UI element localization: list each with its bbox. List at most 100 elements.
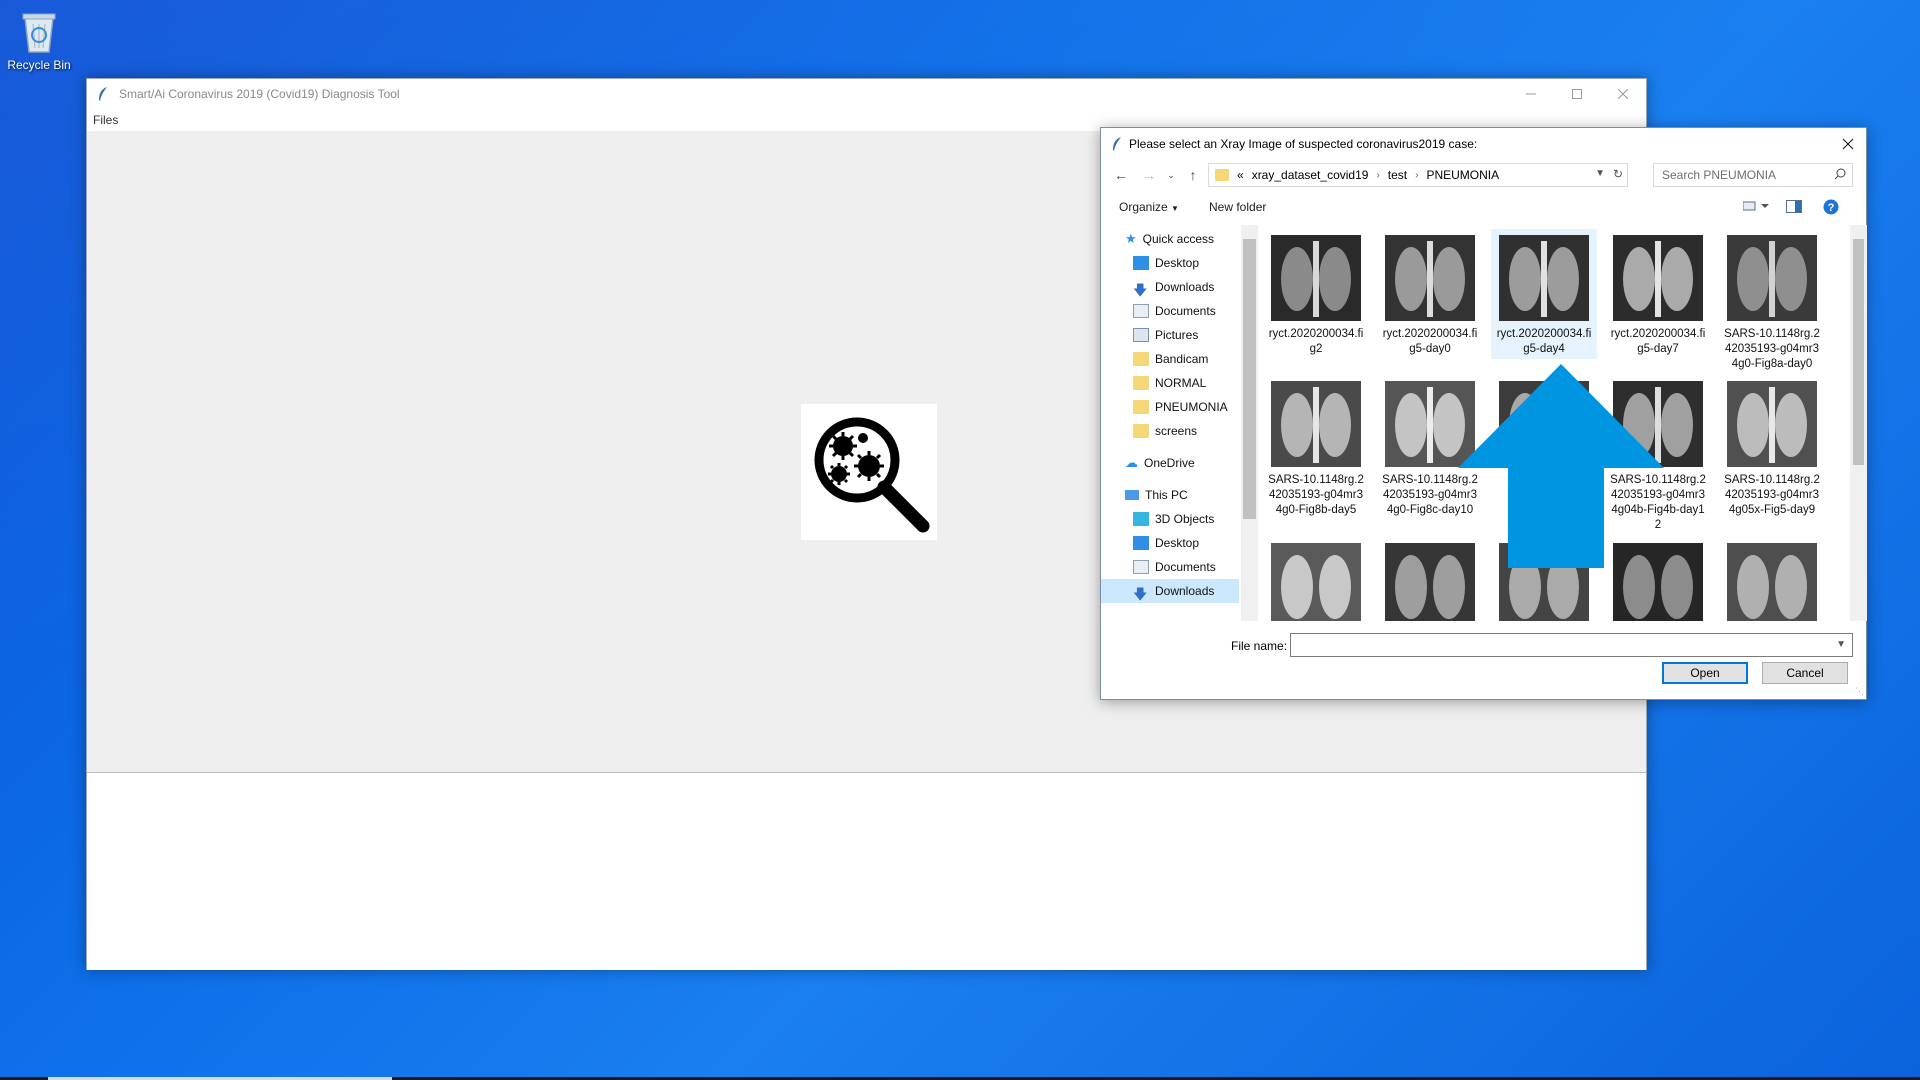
- download-arrow-icon: 🡇: [1133, 282, 1148, 298]
- nav-label: Downloads: [1155, 584, 1215, 598]
- folder-icon: [1133, 400, 1149, 414]
- nav-label: Pictures: [1155, 328, 1199, 342]
- nav-label: This PC: [1145, 488, 1188, 502]
- pointer-arrow-icon: [1458, 364, 1664, 568]
- feather-icon: [1111, 136, 1123, 152]
- xray-thumbnail: [1271, 543, 1361, 621]
- view-options-icon[interactable]: [1742, 200, 1769, 215]
- magnifier-virus-icon: [814, 417, 930, 533]
- star-icon: ★: [1125, 231, 1137, 246]
- nav-label: Downloads: [1155, 280, 1215, 294]
- folder-icon: [1133, 424, 1149, 438]
- nav-bandicam[interactable]: Bandicam: [1133, 347, 1208, 371]
- app-title: Smart/Ai Coronavirus 2019 (Covid19) Diag…: [119, 87, 400, 101]
- cloud-icon: ☁: [1125, 455, 1138, 470]
- resize-grip-icon[interactable]: ⋱: [1855, 686, 1864, 697]
- result-panel: [87, 772, 1646, 970]
- virus-search-logo: [801, 404, 937, 540]
- organize-label: Organize: [1119, 200, 1168, 214]
- folder-icon: [1133, 376, 1149, 390]
- file-tile[interactable]: SARS-10.1148rg.242035193-g04mr34g0-Fig8a…: [1719, 229, 1825, 370]
- breadcrumb-separator-icon[interactable]: ›: [1415, 170, 1418, 181]
- nav-desktop[interactable]: Desktop 📌: [1133, 251, 1199, 275]
- nav-label: PNEUMONIA: [1155, 400, 1228, 414]
- address-bar[interactable]: « xray_dataset_covid19 › test › PNEUMONI…: [1208, 163, 1628, 187]
- nav-normal[interactable]: NORMAL: [1133, 371, 1206, 395]
- nav-label: OneDrive: [1144, 456, 1195, 470]
- search-icon: [1834, 168, 1846, 183]
- nav-documents[interactable]: Documents 📌: [1133, 299, 1216, 323]
- refresh-icon[interactable]: ↻: [1613, 167, 1623, 181]
- recycle-bin-shortcut[interactable]: Recycle Bin: [4, 6, 74, 72]
- svg-text:?: ?: [1828, 202, 1835, 214]
- nav-this-pc[interactable]: This PC: [1125, 483, 1188, 507]
- file-tile[interactable]: ryct.2020200034.fig5-day0: [1377, 229, 1483, 355]
- nav-screens[interactable]: screens: [1133, 419, 1197, 443]
- window-controls: [1508, 79, 1646, 109]
- desktop-icon: [1133, 256, 1149, 270]
- nav-label: Bandicam: [1155, 352, 1209, 366]
- nav-onedrive[interactable]: ☁ OneDrive: [1125, 451, 1195, 475]
- maximize-button[interactable]: [1554, 79, 1600, 109]
- forward-arrow-icon[interactable]: →: [1137, 163, 1161, 187]
- minimize-button[interactable]: [1508, 79, 1554, 109]
- nav-downloads-pc[interactable]: 🡇 Downloads: [1101, 579, 1239, 603]
- breadcrumb-xray-dataset[interactable]: xray_dataset_covid19: [1252, 168, 1369, 182]
- nav-3d-objects[interactable]: 3D Objects: [1133, 507, 1214, 531]
- document-icon: [1133, 304, 1149, 318]
- nav-pictures[interactable]: Pictures 📌: [1133, 323, 1198, 347]
- menu-files[interactable]: Files: [93, 113, 118, 127]
- breadcrumb-separator-icon[interactable]: ›: [1376, 170, 1379, 181]
- back-arrow-icon[interactable]: ←: [1109, 163, 1133, 187]
- search-input[interactable]: Search PNEUMONIA: [1653, 163, 1853, 187]
- file-tile[interactable]: SARS-10.1148rg.242035193-g04mr34g05x-Fig…: [1719, 375, 1825, 525]
- nav-scrollbar[interactable]: [1241, 225, 1258, 621]
- xray-thumbnail: [1727, 381, 1817, 467]
- breadcrumb-test[interactable]: test: [1388, 168, 1407, 182]
- download-arrow-icon: 🡇: [1133, 586, 1148, 602]
- dialog-close-icon[interactable]: [1838, 134, 1858, 154]
- nav-downloads[interactable]: 🡇 Downloads 📌: [1133, 275, 1214, 299]
- search-placeholder: Search PNEUMONIA: [1662, 168, 1777, 182]
- xray-thumbnail: [1385, 235, 1475, 321]
- document-icon: [1133, 560, 1149, 574]
- chevron-down-icon[interactable]: ▼: [1836, 639, 1846, 650]
- nav-quick-access[interactable]: ★ Quick access: [1125, 227, 1214, 251]
- file-name: ryct.2020200034.fig2: [1268, 328, 1364, 355]
- files-scrollbar[interactable]: [1850, 225, 1867, 621]
- folder-icon: [1133, 352, 1149, 366]
- help-icon[interactable]: ?: [1823, 199, 1839, 218]
- file-tile[interactable]: ryct.2020200034.fig5-day7: [1605, 229, 1711, 355]
- nav-scrollbar-thumb[interactable]: [1243, 239, 1256, 519]
- files-scrollbar-thumb[interactable]: [1853, 239, 1864, 465]
- breadcrumb-pneumonia[interactable]: PNEUMONIA: [1426, 168, 1499, 182]
- app-title-bar[interactable]: Smart/Ai Coronavirus 2019 (Covid19) Diag…: [87, 79, 1646, 109]
- close-button[interactable]: [1600, 79, 1646, 109]
- dialog-title-bar[interactable]: Please select an Xray Image of suspected…: [1101, 128, 1866, 160]
- open-button[interactable]: Open: [1662, 662, 1748, 684]
- new-folder-button[interactable]: New folder: [1209, 200, 1266, 214]
- feather-icon: [97, 86, 109, 102]
- organize-button[interactable]: Organize ▼: [1119, 200, 1179, 214]
- file-name-row: File name: ▼: [1101, 633, 1866, 659]
- preview-pane-icon[interactable]: [1786, 200, 1802, 216]
- nav-documents-pc[interactable]: Documents: [1133, 555, 1216, 579]
- file-tile[interactable]: SARS-10.1148rg.242035193-g04mr34g0-Fig8b…: [1263, 375, 1369, 516]
- file-name-input[interactable]: ▼: [1290, 633, 1853, 657]
- cancel-button[interactable]: Cancel: [1762, 662, 1848, 684]
- nav-label: screens: [1155, 424, 1198, 438]
- file-tile[interactable]: ryct.2020200034.fig2: [1263, 229, 1369, 355]
- recycle-bin-label: Recycle Bin: [7, 58, 71, 72]
- file-tile[interactable]: [1719, 537, 1825, 621]
- nav-desktop-pc[interactable]: Desktop: [1133, 531, 1199, 555]
- chevron-down-icon: ▼: [1171, 204, 1179, 213]
- address-dropdown-icon[interactable]: ▼: [1595, 168, 1605, 179]
- up-arrow-icon[interactable]: ↑: [1181, 163, 1205, 187]
- file-tile-selected[interactable]: ryct.2020200034.fig5-day4: [1491, 229, 1597, 359]
- dialog-toolbar: Organize ▼ New folder ?: [1101, 193, 1866, 221]
- file-tile[interactable]: [1263, 537, 1369, 621]
- breadcrumb-prefix[interactable]: «: [1237, 168, 1244, 182]
- nav-pneumonia[interactable]: PNEUMONIA: [1133, 395, 1228, 419]
- recent-locations-chevron-icon[interactable]: ⌄: [1159, 163, 1183, 187]
- dialog-title: Please select an Xray Image of suspected…: [1129, 137, 1478, 151]
